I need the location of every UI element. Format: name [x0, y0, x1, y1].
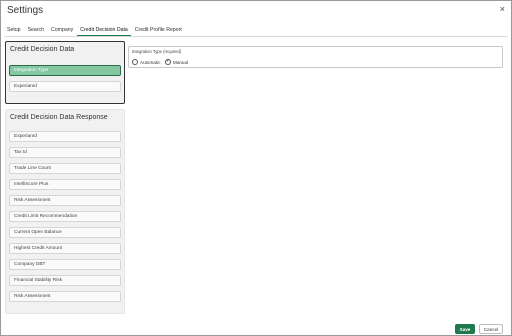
- tab-search[interactable]: Search: [25, 25, 47, 36]
- list-item[interactable]: Risk Assessment: [9, 195, 121, 206]
- list-item[interactable]: IntelliScore Plus: [9, 179, 121, 190]
- list-item[interactable]: Highest Credit Amount: [9, 243, 121, 254]
- tab-credit-decision-data[interactable]: Credit Decision Data: [77, 25, 131, 36]
- panel-title: Credit Decision Data: [10, 46, 75, 53]
- list-item[interactable]: ExperianId: [9, 131, 121, 142]
- dialog-title: Settings: [7, 5, 44, 16]
- list-item-experianid[interactable]: ExperianId: [9, 81, 121, 92]
- save-button[interactable]: Save: [455, 324, 475, 334]
- list-item-integration-type[interactable]: Integration Type: [9, 65, 121, 76]
- tab-setup[interactable]: Setup: [4, 25, 24, 36]
- credit-decision-data-response-panel: Credit Decision Data Response ExperianId…: [5, 109, 125, 314]
- list-item[interactable]: Current Open Balance: [9, 227, 121, 238]
- list-item[interactable]: Credit Limit Recommendation: [9, 211, 121, 222]
- field-label: Integration Type (required): [132, 49, 182, 54]
- list-item[interactable]: Company DBT: [9, 259, 121, 270]
- panel-title: Credit Decision Data Response: [10, 114, 108, 121]
- settings-dialog: Settings × Setup Search Company Credit D…: [0, 0, 512, 336]
- radio-circle: [132, 59, 138, 65]
- check-icon: ✓: [166, 58, 171, 64]
- integration-type-field: Integration Type (required) Automatic ✓ …: [128, 46, 503, 68]
- credit-decision-data-panel: Credit Decision Data Integration Type Ex…: [5, 41, 125, 104]
- list-item[interactable]: Risk Assessment: [9, 291, 121, 302]
- list-item[interactable]: Trade Line Count: [9, 163, 121, 174]
- radio-manual[interactable]: ✓ Manual: [165, 58, 188, 66]
- radio-label: Manual: [173, 59, 189, 65]
- cancel-button[interactable]: Cancel: [479, 324, 503, 334]
- close-icon[interactable]: ×: [500, 4, 505, 14]
- radio-label: Automatic: [140, 59, 161, 65]
- list-item[interactable]: Financial Stability Risk: [9, 275, 121, 286]
- tab-credit-profile-report[interactable]: Credit Profile Report: [132, 25, 185, 36]
- list-item[interactable]: Tax Id: [9, 147, 121, 158]
- radio-automatic[interactable]: Automatic: [132, 58, 160, 66]
- radio-circle: ✓: [165, 58, 171, 65]
- tab-bar: Setup Search Company Credit Decision Dat…: [4, 25, 508, 37]
- tab-company[interactable]: Company: [48, 25, 76, 36]
